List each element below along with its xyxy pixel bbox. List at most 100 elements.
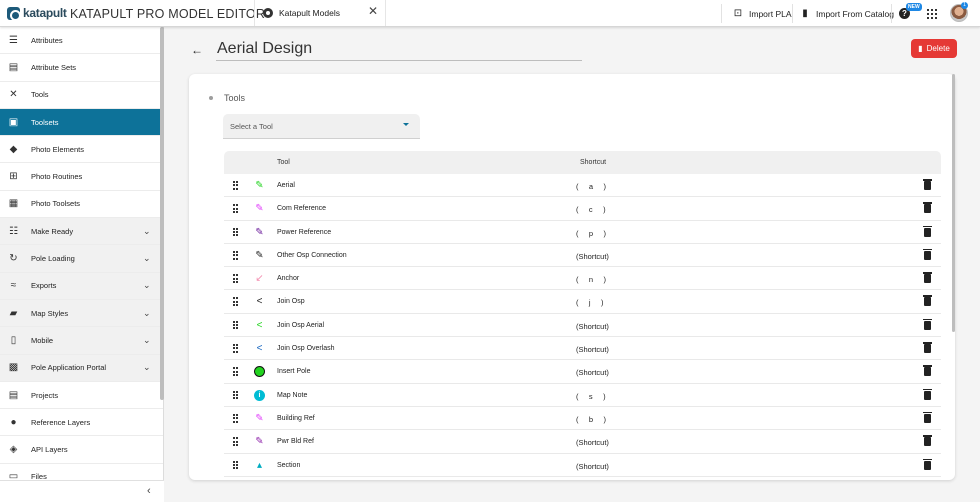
sidebar-item-exports[interactable]: ≈ Exports ⌄ [0,272,163,300]
sidebar-item-label: Map Styles [31,308,69,318]
drag-handle-icon[interactable] [233,344,238,353]
sidebar-item-photo-toolsets[interactable]: ▦ Photo Toolsets [0,191,163,219]
pencil-icon: ✎ [255,226,264,238]
shortcut-field[interactable]: ( s ) [576,392,606,401]
delete-row-icon[interactable] [923,272,932,284]
sidebar-item-label: Exports [31,281,57,291]
drag-handle-icon[interactable] [233,297,238,307]
sidebar-scrollbar[interactable] [160,27,164,400]
shortcut-field[interactable]: ( b ) [576,415,606,424]
drag-handle-icon[interactable] [233,227,238,237]
delete-row-icon[interactable] [923,342,932,354]
sidebar-item-toolsets[interactable]: ▣ Toolsets [0,108,163,137]
list-icon: ☰ [9,34,18,46]
sidebar-item-attribute-sets[interactable]: ▤ Attribute Sets [0,54,163,82]
shortcut-field[interactable]: (Shortcut) [576,322,609,331]
shortcut-field[interactable]: ( a ) [576,182,606,191]
import-pla-button[interactable]: ⊡ Import PLA [732,6,792,21]
sidebar-item-make-ready[interactable]: ☷ Make Ready ⌄ [0,218,163,246]
sidebar-item-label: Photo Toolsets [31,199,81,209]
table-row: ✎ Aerial ( a ) [224,174,941,198]
multiline-chart-icon: ≈ [10,280,17,292]
delete-button[interactable]: ▮ Delete [911,39,957,58]
delete-row-icon[interactable] [923,318,932,330]
shortcut-field[interactable]: ( p ) [576,229,606,238]
delete-row-icon[interactable] [923,248,932,260]
delete-row-icon[interactable] [923,179,932,190]
tool-name: Insert Pole [277,368,311,376]
place-icon: ● [10,416,17,428]
delete-row-icon[interactable] [923,411,932,423]
delete-row-icon[interactable] [923,458,932,470]
shortcut-field[interactable]: ( n ) [576,275,606,284]
section-bullet [209,96,213,100]
sidebar-item-label: Attribute Sets [31,62,77,72]
chevron-down-icon[interactable]: ⌄ [143,226,151,237]
shortcut-field[interactable]: (Shortcut) [576,252,609,261]
sidebar-item-projects[interactable]: ▤ Projects [0,382,163,410]
tools-icon: ✕ [9,89,18,101]
card-scrollbar[interactable] [952,74,955,332]
delete-row-icon[interactable] [923,365,932,377]
drag-handle-icon[interactable] [233,274,238,283]
sidebar-item-tools[interactable]: ✕ Tools [0,82,163,109]
top-bar: katapult KATAPULT PRO MODEL EDITOR Katap… [0,0,980,27]
sidebar-item-pole-loading[interactable]: ↻ Pole Loading ⌄ [0,245,163,273]
shortcut-field[interactable]: ( j ) [576,298,604,307]
tool-select[interactable]: Select a Tool [223,114,420,139]
shortcut-field[interactable]: ( c ) [576,205,606,214]
chevron-down-icon[interactable]: ⌄ [143,280,151,291]
apps-grid-icon[interactable] [927,9,937,19]
shortcut-field[interactable]: (Shortcut) [576,345,609,354]
import-pla-label: Import PLA [749,8,792,19]
drag-handle-icon[interactable] [233,320,238,330]
photo-library-icon: ▦ [8,198,19,210]
shortcut-field[interactable]: (Shortcut) [576,462,609,471]
divider [792,4,793,23]
table-row: ✎ Building Ref ( b ) [224,406,941,431]
delete-row-icon[interactable] [923,435,932,447]
sidebar-item-map-styles[interactable]: ▰ Map Styles ⌄ [0,299,163,328]
page-title[interactable]: Aerial Design [217,40,312,58]
delete-row-icon[interactable] [923,202,932,214]
drag-handle-icon[interactable] [233,181,238,190]
import-catalog-button[interactable]: ▮ Import From Catalog [799,6,894,21]
drag-handle-icon[interactable] [233,437,238,446]
drag-handle-icon[interactable] [233,367,238,377]
sidebar-item-photo-elements[interactable]: ◆ Photo Elements [0,136,163,164]
sidebar-item-attributes[interactable]: ☰ Attributes [0,27,163,55]
logo-text: katapult [23,6,67,20]
delete-row-icon[interactable] [923,388,932,400]
chevron-down-icon[interactable]: ⌄ [143,308,151,319]
drag-handle-icon[interactable] [233,390,238,400]
table-row: i Map Note ( s ) [224,383,941,407]
sidebar-item-photo-routines[interactable]: ⊞ Photo Routines [0,163,163,191]
delete-row-icon[interactable] [923,225,932,237]
arrow-icon: ↙ [255,273,264,285]
drag-handle-icon[interactable] [233,204,238,213]
sidebar-item-api-layers[interactable]: ◈ API Layers [0,436,163,464]
delete-label: Delete [926,44,950,53]
collapse-sidebar-icon[interactable]: ‹ [147,485,151,497]
sidebar: ☰ Attributes ▤ Attribute Sets ✕ Tools ▣ Toolset… [0,27,164,502]
chevron-down-icon[interactable]: ⌄ [143,253,151,264]
chevron-down-icon[interactable]: ⌄ [143,362,151,373]
caret-up-icon: ▴ [256,459,263,471]
shortcut-field[interactable]: (Shortcut) [576,368,609,377]
sidebar-item-pole-application-portal[interactable]: ▩ Pole Application Portal ⌄ [0,354,163,382]
back-arrow-icon[interactable]: ← [191,43,203,57]
drag-handle-icon[interactable] [233,250,238,260]
katapult-logo[interactable]: katapult [7,6,67,21]
sidebar-footer: ‹ [0,480,164,502]
chevron-down-icon[interactable]: ⌄ [143,335,151,346]
drag-handle-icon[interactable] [233,413,238,423]
sidebar-item-reference-layers[interactable]: ● Reference Layers [0,409,163,437]
share-icon: < [256,319,263,331]
tab-katapult-models[interactable]: Katapult Models ✕ [254,0,386,26]
shortcut-field[interactable]: (Shortcut) [576,438,609,447]
sidebar-item-mobile[interactable]: ▯ Mobile ⌄ [0,327,163,355]
close-icon[interactable]: ✕ [368,4,378,18]
drag-handle-icon[interactable] [233,460,238,470]
pencil-icon: ✎ [255,203,264,215]
delete-row-icon[interactable] [923,295,932,307]
